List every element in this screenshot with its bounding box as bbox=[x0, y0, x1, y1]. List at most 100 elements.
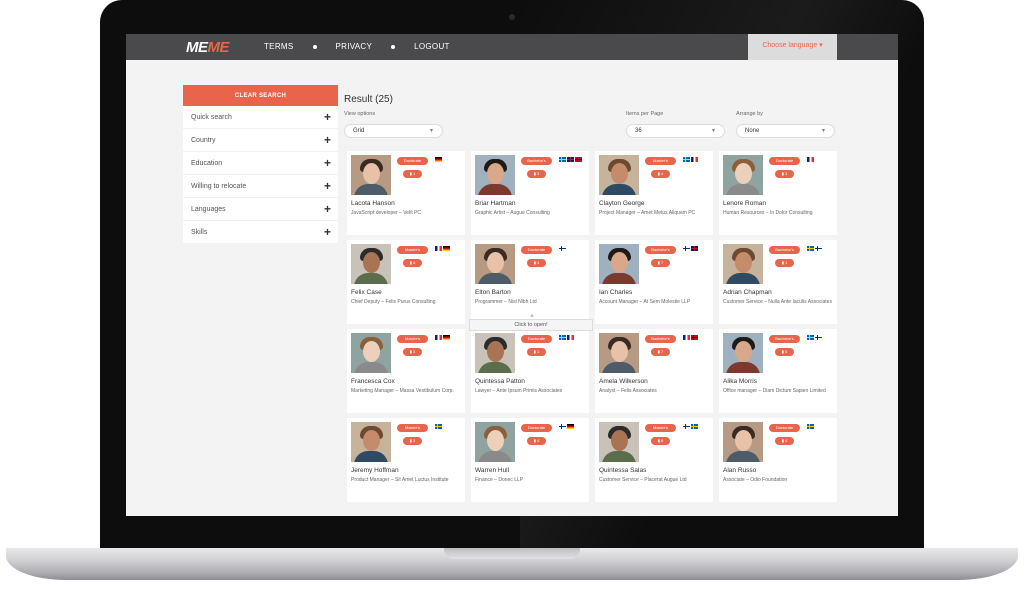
flag-fi-icon bbox=[559, 246, 566, 251]
profile-name[interactable]: Amela Wilkerson bbox=[599, 378, 648, 385]
profile-card[interactable]: Doctorate ▮ 1 Quintessa Patton Lawyer – Ant… bbox=[471, 329, 589, 413]
avatar[interactable] bbox=[351, 333, 391, 373]
avatar[interactable] bbox=[475, 422, 515, 462]
plus-icon[interactable]: + bbox=[324, 225, 331, 239]
message-count-badge[interactable]: ▮ 3 bbox=[403, 348, 422, 356]
filter-languages[interactable]: Languages + bbox=[183, 198, 338, 221]
profile-name[interactable]: Alan Russo bbox=[723, 467, 756, 474]
avatar[interactable] bbox=[351, 155, 391, 195]
profile-name[interactable]: Ian Charles bbox=[599, 289, 632, 296]
profile-card[interactable]: Bachelor's ▮ 5 Alika Morris Office manager … bbox=[719, 329, 837, 413]
plus-icon[interactable]: + bbox=[324, 179, 331, 193]
profile-name[interactable]: Alika Morris bbox=[723, 378, 757, 385]
flag-se-icon bbox=[691, 424, 698, 429]
logo-part1: ME bbox=[186, 39, 208, 56]
profile-card[interactable]: Doctorate ▮ 3 Lenore Roman Human Resources … bbox=[719, 151, 837, 235]
filter-education[interactable]: Education + bbox=[183, 152, 338, 175]
avatar[interactable] bbox=[475, 155, 515, 195]
avatar[interactable] bbox=[351, 244, 391, 284]
message-count-badge[interactable]: ▮ 5 bbox=[775, 348, 794, 356]
profile-name[interactable]: Francesca Cox bbox=[351, 378, 395, 385]
nav-privacy[interactable]: PRIVACY bbox=[336, 42, 373, 51]
filter-quick-search[interactable]: Quick search + bbox=[183, 106, 338, 129]
filter-country[interactable]: Country + bbox=[183, 129, 338, 152]
profile-card[interactable]: Doctorate ▮ 4 Elton Barton Programmer – Nis… bbox=[471, 240, 589, 324]
avatar-body bbox=[478, 184, 512, 195]
avatar[interactable] bbox=[475, 244, 515, 284]
avatar[interactable] bbox=[599, 155, 639, 195]
profile-card[interactable]: Master's ▮ 8 Quintessa Salas Customer Servi… bbox=[595, 418, 713, 502]
clear-search-button[interactable]: CLEAR SEARCH bbox=[183, 85, 338, 106]
profile-name[interactable]: Quintessa Patton bbox=[475, 378, 525, 385]
profile-name[interactable]: Lacota Hanson bbox=[351, 200, 395, 207]
profile-name[interactable]: Elton Barton bbox=[475, 289, 511, 296]
arrange-by-select[interactable]: None ▼ bbox=[736, 124, 835, 138]
avatar[interactable] bbox=[723, 333, 763, 373]
profile-card[interactable]: Bachelor's ▮ 7 Ian Charles Account Manager … bbox=[595, 240, 713, 324]
message-count: 4 bbox=[537, 260, 540, 265]
filter-relocate[interactable]: Willing to relocate + bbox=[183, 175, 338, 198]
filter-skills[interactable]: Skills + bbox=[183, 221, 338, 244]
message-count-badge[interactable]: ▮ 8 bbox=[651, 437, 670, 445]
profile-card[interactable]: Doctorate ▮ 4 Warren Hull Finance – Donec L… bbox=[471, 418, 589, 502]
profile-name[interactable]: Felix Case bbox=[351, 289, 382, 296]
profile-name[interactable]: Quintessa Salas bbox=[599, 467, 646, 474]
profile-card[interactable]: Bachelor's ▮ 7 Amela Wilkerson Analyst – Fe… bbox=[595, 329, 713, 413]
profile-name[interactable]: Jeremy Hoffman bbox=[351, 467, 399, 474]
message-count-badge[interactable]: ▮ 3 bbox=[527, 170, 546, 178]
plus-icon[interactable]: + bbox=[324, 133, 331, 147]
profile-name[interactable]: Lenore Roman bbox=[723, 200, 766, 207]
avatar[interactable] bbox=[599, 422, 639, 462]
profile-card[interactable]: Master's ▮ 4 Clayton George Project Manager… bbox=[595, 151, 713, 235]
language-flags bbox=[807, 246, 823, 251]
plus-icon[interactable]: + bbox=[324, 110, 331, 124]
chevron-down-icon: ▼ bbox=[429, 128, 434, 134]
message-count-badge[interactable]: ▮ 1 bbox=[403, 170, 422, 178]
view-select[interactable]: Grid ▼ bbox=[344, 124, 443, 138]
avatar[interactable] bbox=[599, 244, 639, 284]
message-count: 3 bbox=[537, 171, 540, 176]
message-count-badge[interactable]: ▮ 4 bbox=[775, 437, 794, 445]
logo[interactable]: MEME bbox=[186, 39, 229, 56]
profile-card[interactable]: Master's ▮ 4 Felix Case Chief Deputy – Feli… bbox=[347, 240, 465, 324]
flag-de-icon bbox=[435, 157, 442, 162]
filter-label: Willing to relocate bbox=[191, 182, 247, 190]
profile-card[interactable]: Bachelor's ▮ 1 Adrian Chapman Customer Serv… bbox=[719, 240, 837, 324]
message-count-badge[interactable]: ▮ 7 bbox=[651, 348, 670, 356]
message-count-badge[interactable]: ▮ 4 bbox=[651, 170, 670, 178]
avatar[interactable] bbox=[351, 422, 391, 462]
message-count: 4 bbox=[537, 438, 540, 443]
avatar[interactable] bbox=[723, 422, 763, 462]
profile-card[interactable]: Master's ▮ 3 Jeremy Hoffman Product Manager… bbox=[347, 418, 465, 502]
language-flags bbox=[683, 157, 699, 162]
message-count-badge[interactable]: ▮ 1 bbox=[527, 348, 546, 356]
language-flags bbox=[559, 335, 575, 340]
message-count-badge[interactable]: ▮ 3 bbox=[775, 170, 794, 178]
flag-fi-icon bbox=[559, 424, 566, 429]
message-count-badge[interactable]: ▮ 4 bbox=[527, 259, 546, 267]
nav-logout[interactable]: LOGOUT bbox=[414, 42, 450, 51]
profile-card[interactable]: Bachelor's ▮ 3 Briar Hartman Graphic Artist… bbox=[471, 151, 589, 235]
avatar[interactable] bbox=[475, 333, 515, 373]
items-per-page-select[interactable]: 36 ▼ bbox=[626, 124, 725, 138]
plus-icon[interactable]: + bbox=[324, 156, 331, 170]
profile-name[interactable]: Clayton George bbox=[599, 200, 645, 207]
profile-name[interactable]: Briar Hartman bbox=[475, 200, 515, 207]
message-count-badge[interactable]: ▮ 3 bbox=[403, 437, 422, 445]
nav-terms[interactable]: TERMS bbox=[264, 42, 294, 51]
profile-name[interactable]: Adrian Chapman bbox=[723, 289, 772, 296]
language-select[interactable]: Choose language ▾ bbox=[748, 34, 837, 60]
message-count-badge[interactable]: ▮ 1 bbox=[775, 259, 794, 267]
message-count-badge[interactable]: ▮ 7 bbox=[651, 259, 670, 267]
avatar[interactable] bbox=[723, 244, 763, 284]
avatar[interactable] bbox=[723, 155, 763, 195]
profile-name[interactable]: Warren Hull bbox=[475, 467, 509, 474]
profile-card[interactable]: Master's ▮ 3 Francesca Cox Marketing Manage… bbox=[347, 329, 465, 413]
plus-icon[interactable]: + bbox=[324, 202, 331, 216]
avatar[interactable] bbox=[599, 333, 639, 373]
profile-card[interactable]: Doctorate ▮ 1 Lacota Hanson JavaScript deve… bbox=[347, 151, 465, 235]
profile-card[interactable]: Doctorate ▮ 4 Alan Russo Associate – Odio F… bbox=[719, 418, 837, 502]
message-count-badge[interactable]: ▮ 4 bbox=[403, 259, 422, 267]
message-count-badge[interactable]: ▮ 4 bbox=[527, 437, 546, 445]
message-count: 4 bbox=[661, 171, 664, 176]
